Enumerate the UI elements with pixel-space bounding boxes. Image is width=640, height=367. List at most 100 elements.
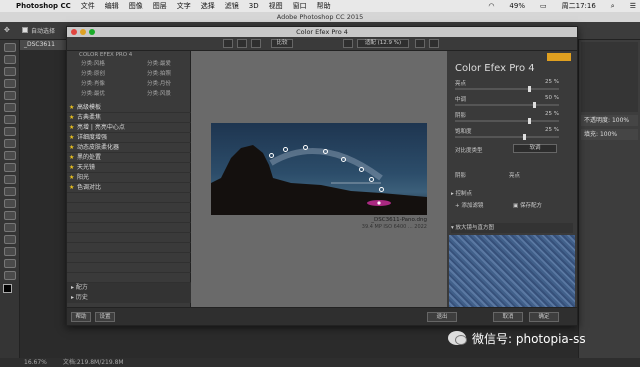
menu-layer[interactable]: 图层: [153, 1, 167, 11]
filter-item[interactable]: ★ 色调对比: [67, 183, 191, 193]
app-menu[interactable]: Photoshop CC: [16, 2, 71, 10]
battery-icon[interactable]: ▭: [540, 2, 547, 10]
crop-tool-icon[interactable]: [3, 91, 16, 100]
star-icon[interactable]: ★: [69, 153, 74, 163]
history-brush-icon[interactable]: [3, 151, 16, 160]
wifi-icon[interactable]: ◠: [488, 2, 494, 10]
loupe-section[interactable]: ▾ 放大镜与直方图: [451, 223, 573, 233]
control-point[interactable]: [269, 153, 274, 158]
menu-filter[interactable]: 滤镜: [225, 1, 239, 11]
color-swatches[interactable]: [0, 284, 19, 300]
move-tool-icon[interactable]: ✥: [4, 26, 10, 34]
hand-tool-icon[interactable]: [3, 259, 16, 268]
slider-track[interactable]: [455, 118, 559, 124]
menu-select[interactable]: 选择: [201, 1, 215, 11]
star-icon[interactable]: ★: [69, 123, 74, 133]
category-tab[interactable]: 分类:风格: [81, 59, 105, 69]
add-filter-button[interactable]: + 添加滤镜: [455, 201, 511, 211]
lasso-tool-icon[interactable]: [3, 67, 16, 76]
star-icon[interactable]: ★: [69, 113, 74, 123]
menu-edit[interactable]: 编辑: [105, 1, 119, 11]
slider-highlights[interactable]: 亮点 25 %: [447, 79, 573, 95]
control-point[interactable]: [323, 149, 328, 154]
category-tab[interactable]: 分类:风景: [147, 89, 171, 99]
star-icon[interactable]: ★: [69, 183, 74, 193]
filter-item[interactable]: ★ 天光镜: [67, 163, 191, 173]
preview-area[interactable]: _DSC3611-Pano.dng 39.4 MP ISO 6400 ... 2…: [191, 51, 447, 307]
menu-3d[interactable]: 3D: [249, 2, 259, 10]
star-icon[interactable]: ★: [69, 143, 74, 153]
control-points-row[interactable]: ▸ 控制点: [451, 189, 573, 199]
category-tab[interactable]: 分类:月份: [147, 79, 171, 89]
opacity-value[interactable]: 100%: [612, 117, 629, 124]
healing-brush-icon[interactable]: [3, 115, 16, 124]
slider-track[interactable]: [455, 86, 559, 92]
preview-image[interactable]: [211, 123, 427, 215]
slider-track[interactable]: [455, 102, 559, 108]
menu-file[interactable]: 文件: [81, 1, 95, 11]
contrast-method-select[interactable]: 软调: [513, 144, 557, 153]
control-point[interactable]: [303, 145, 308, 150]
eraser-tool-icon[interactable]: [3, 163, 16, 172]
background-icon[interactable]: [415, 39, 425, 48]
slider-track[interactable]: [455, 134, 559, 140]
filter-item[interactable]: ★ 亮增 | 亮亮中心点: [67, 123, 191, 133]
slider-knob[interactable]: [527, 86, 531, 92]
eyedropper-tool-icon[interactable]: [3, 103, 16, 112]
help-button[interactable]: 帮助: [71, 312, 91, 322]
close-icon[interactable]: [71, 29, 77, 35]
minimize-icon[interactable]: [80, 29, 86, 35]
history-section[interactable]: ▸ 历史: [67, 293, 191, 303]
control-point[interactable]: [369, 177, 374, 182]
menu-image[interactable]: 图像: [129, 1, 143, 11]
zoom-icon[interactable]: [89, 29, 95, 35]
star-icon[interactable]: ★: [69, 103, 74, 113]
pen-tool-icon[interactable]: [3, 211, 16, 220]
ok-button[interactable]: 确定: [529, 312, 559, 322]
type-tool-icon[interactable]: [3, 223, 16, 232]
shape-tool-icon[interactable]: [3, 247, 16, 256]
exit-button[interactable]: 退出: [427, 312, 457, 322]
zoom-level[interactable]: 16.67%: [24, 359, 47, 366]
slider-knob[interactable]: [522, 134, 526, 140]
split-view-icon[interactable]: [237, 39, 247, 48]
star-icon[interactable]: ★: [69, 173, 74, 183]
control-point[interactable]: [341, 157, 346, 162]
star-icon[interactable]: ★: [69, 133, 74, 143]
brush-tool-icon[interactable]: [3, 127, 16, 136]
filter-item[interactable]: ★ 古典柔焦: [67, 113, 191, 123]
settings-button[interactable]: 设置: [95, 312, 115, 322]
slider-knob[interactable]: [527, 118, 531, 124]
loupe-icon[interactable]: [429, 39, 439, 48]
auto-select-checkbox[interactable]: [22, 27, 28, 33]
menu-help[interactable]: 帮助: [317, 1, 331, 11]
loupe-preview[interactable]: [449, 235, 575, 307]
control-point[interactable]: [283, 147, 288, 152]
slider-shadows[interactable]: 阴影 25 %: [447, 111, 573, 127]
hand-icon[interactable]: [343, 39, 353, 48]
filter-item[interactable]: ★ 高级模板: [67, 103, 191, 113]
filter-item[interactable]: ★ 动态皮肤柔化器: [67, 143, 191, 153]
category-tab[interactable]: 分类:原创: [81, 69, 105, 79]
slider-midtones[interactable]: 中调 50 %: [447, 95, 573, 111]
move-tool-icon[interactable]: [3, 43, 16, 52]
recipes-section[interactable]: ▸ 配方: [67, 283, 191, 293]
side-by-side-icon[interactable]: [251, 39, 261, 48]
filter-item[interactable]: ★ 详细度增强: [67, 133, 191, 143]
foreground-color[interactable]: [3, 284, 12, 293]
star-icon[interactable]: ★: [69, 163, 74, 173]
category-tab[interactable]: 分类:拍照: [147, 69, 171, 79]
slider-saturation[interactable]: 饱和度 25 %: [447, 127, 573, 143]
menu-type[interactable]: 文字: [177, 1, 191, 11]
category-tab[interactable]: 分类:最优: [81, 89, 105, 99]
clock[interactable]: 周二17:16: [562, 1, 596, 11]
category-tab[interactable]: 分类:最爱: [147, 59, 171, 69]
search-icon[interactable]: ⌕: [611, 2, 615, 11]
path-select-icon[interactable]: [3, 235, 16, 244]
opacity-row[interactable]: 不透明度: 100%: [581, 115, 638, 126]
document-tab[interactable]: _DSC3611: [20, 40, 68, 50]
control-point[interactable]: [379, 187, 384, 192]
dodge-tool-icon[interactable]: [3, 199, 16, 208]
blur-tool-icon[interactable]: [3, 187, 16, 196]
magic-wand-tool-icon[interactable]: [3, 79, 16, 88]
